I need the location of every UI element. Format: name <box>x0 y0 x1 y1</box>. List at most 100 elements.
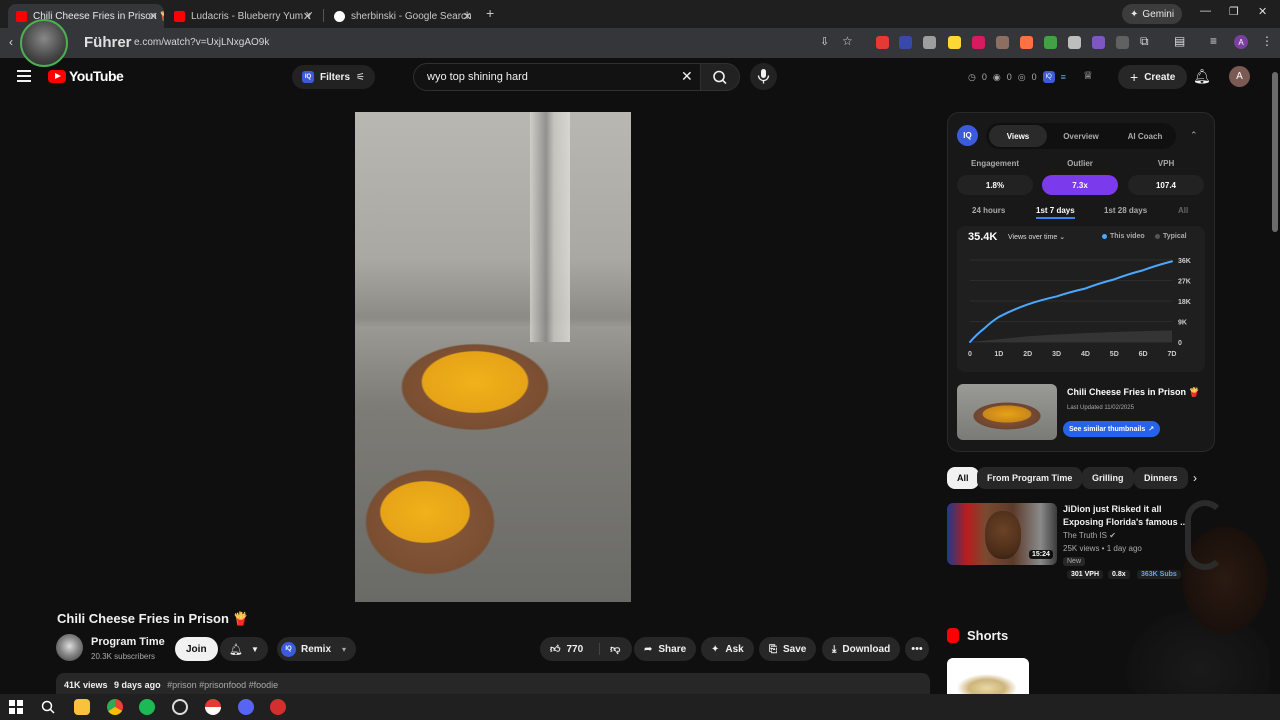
chevron-right-icon[interactable]: › <box>1193 471 1197 485</box>
extension-icon[interactable] <box>1044 36 1057 49</box>
period-first-7-days[interactable]: 1st 7 days <box>1036 206 1075 219</box>
extension-icon[interactable] <box>876 36 889 49</box>
profile-avatar-icon[interactable]: A <box>1234 35 1248 49</box>
legend-dot <box>1102 234 1107 239</box>
legend-dot <box>1155 234 1160 239</box>
discord-icon[interactable] <box>238 699 254 715</box>
extension-icon[interactable] <box>972 36 985 49</box>
video-frame-detail <box>530 112 570 342</box>
legend-label: Typical <box>1163 233 1187 240</box>
remix-button[interactable]: IQ Remix ▾ <box>277 637 357 661</box>
join-button[interactable]: Join <box>175 637 218 661</box>
extension-icon[interactable] <box>948 36 961 49</box>
extension-icon[interactable] <box>1020 36 1033 49</box>
period-all[interactable]: All <box>1178 206 1188 215</box>
more-actions-icon[interactable]: ••• <box>905 637 929 661</box>
extension-icon[interactable] <box>1116 36 1129 49</box>
search-icon[interactable] <box>40 699 56 715</box>
channel-stats-pill[interactable]: ◷ 0 ◉ 0 ◎ 0 IQ ≡ <box>962 66 1072 88</box>
spotify-icon[interactable] <box>139 699 155 715</box>
page-scrollbar[interactable] <box>1270 60 1280 690</box>
gemini-button[interactable]: ✦ Gemini <box>1122 4 1183 24</box>
app-icon[interactable] <box>270 699 286 715</box>
youtube-favicon-icon <box>16 10 27 22</box>
youtube-logo-text[interactable]: YouTube <box>69 68 124 84</box>
tab-ludacris[interactable]: Ludacris - Blueberry Yum Y ✕ <box>166 4 318 28</box>
filters-button[interactable]: IQ Filters ⚟ <box>292 65 375 89</box>
close-window-icon[interactable]: ✕ <box>1258 5 1267 18</box>
obs-icon[interactable] <box>172 699 188 715</box>
back-icon[interactable]: ‹ <box>9 35 13 49</box>
chip-all[interactable]: All <box>947 467 979 489</box>
metric-label-engagement: Engagement <box>970 159 1019 168</box>
tab-google-search[interactable]: sherbinski - Google Search ✕ <box>326 4 478 28</box>
install-app-icon[interactable]: ⇩ <box>820 35 829 48</box>
download-button[interactable]: ⤓ Download <box>822 637 901 661</box>
close-tab-icon[interactable]: ✕ <box>463 10 472 23</box>
close-tab-icon[interactable]: ✕ <box>303 10 312 23</box>
dislike-icon[interactable]: 👎︎ <box>599 643 620 655</box>
like-icon[interactable]: 👍︎ <box>550 643 560 655</box>
maximize-icon[interactable]: ❐ <box>1229 5 1239 18</box>
hamburger-menu-icon[interactable] <box>17 70 31 85</box>
share-label: Share <box>658 643 687 655</box>
url-field[interactable]: e.com/watch?v=UxjLNxgAO9k <box>134 37 269 48</box>
collapse-panel-icon[interactable]: ⌃ <box>1190 130 1198 141</box>
youtube-logo-icon[interactable] <box>48 70 66 83</box>
recommended-video-title[interactable]: JiDion just Risked it all Exposing Flori… <box>1063 503 1188 529</box>
file-explorer-icon[interactable] <box>74 699 90 715</box>
windows-start-icon[interactable] <box>8 699 24 715</box>
ask-button[interactable]: ✦ Ask <box>701 637 754 661</box>
extension-icon[interactable] <box>923 36 936 49</box>
chip-grilling[interactable]: Grilling <box>1082 467 1134 489</box>
tab-views[interactable]: Views <box>989 125 1047 147</box>
like-count[interactable]: 770 <box>566 644 583 655</box>
close-tab-icon[interactable]: ✕ <box>149 10 158 23</box>
hashtags[interactable]: #prison #prisonfood #foodie <box>167 680 278 690</box>
extension-icon[interactable] <box>996 36 1009 49</box>
video-thumbnail[interactable] <box>957 384 1057 440</box>
trophy-icon[interactable]: ♕ <box>1083 69 1093 82</box>
minimize-icon[interactable]: — <box>1200 5 1211 17</box>
chip-from-program-time[interactable]: From Program Time <box>977 467 1083 489</box>
thumbnail-video-title: Chili Cheese Fries in Prison 🍟 <box>1067 387 1200 397</box>
x-tick-label: 6D <box>1139 351 1148 358</box>
chip-dinners[interactable]: Dinners <box>1134 467 1188 489</box>
tab-ai-coach[interactable]: AI Coach <box>1116 125 1174 147</box>
create-button[interactable]: + Create <box>1118 65 1188 89</box>
bookmark-star-icon[interactable]: ☆ <box>842 34 853 48</box>
vph-stat: 301 VPH <box>1067 570 1104 579</box>
pokeball-app-icon[interactable] <box>205 699 221 715</box>
extension-icon[interactable] <box>1092 36 1105 49</box>
tab-overview[interactable]: Overview <box>1052 125 1110 147</box>
share-button[interactable]: ➦ Share <box>634 637 697 661</box>
side-panel-icon[interactable]: ▤ <box>1174 34 1185 48</box>
voice-search-button[interactable] <box>750 63 777 90</box>
user-avatar[interactable]: A <box>1229 66 1250 87</box>
period-first-28-days[interactable]: 1st 28 days <box>1104 206 1147 215</box>
chart-total-views: 35.4K <box>968 231 998 243</box>
save-button[interactable]: ⎘ Save <box>759 637 817 661</box>
period-24-hours[interactable]: 24 hours <box>972 206 1005 215</box>
channel-name[interactable]: Program Time <box>91 636 165 648</box>
browser-menu-icon[interactable]: ⋮ <box>1261 34 1273 48</box>
search-button[interactable] <box>700 63 740 91</box>
subscription-bell-button[interactable]: 🔔︎ ▼ <box>220 637 268 661</box>
video-player[interactable] <box>355 112 631 602</box>
chrome-icon[interactable] <box>107 699 123 715</box>
extension-icon[interactable] <box>899 36 912 49</box>
new-tab-icon[interactable]: + <box>486 5 494 21</box>
search-query[interactable]: wyo top shining hard <box>427 71 528 83</box>
channel-avatar[interactable] <box>56 634 83 661</box>
chart-mode-dropdown[interactable]: Views over time ⌄ <box>1008 233 1065 241</box>
short-thumbnail[interactable] <box>947 658 1029 698</box>
metric-label-outlier: Outlier <box>1067 159 1093 168</box>
see-similar-thumbnails-button[interactable]: See similar thumbnails ↗ <box>1063 421 1161 437</box>
extension-icon[interactable] <box>1068 36 1081 49</box>
clear-search-icon[interactable]: ✕ <box>681 68 693 85</box>
notifications-bell-icon[interactable]: 🔔︎ <box>1193 68 1211 85</box>
recommended-channel[interactable]: The Truth IS ✔︎ <box>1063 531 1116 540</box>
scrollbar-thumb[interactable] <box>1272 72 1278 232</box>
media-control-icon[interactable]: ≡ <box>1210 34 1217 48</box>
extensions-puzzle-icon[interactable]: ⧉ <box>1140 34 1149 49</box>
